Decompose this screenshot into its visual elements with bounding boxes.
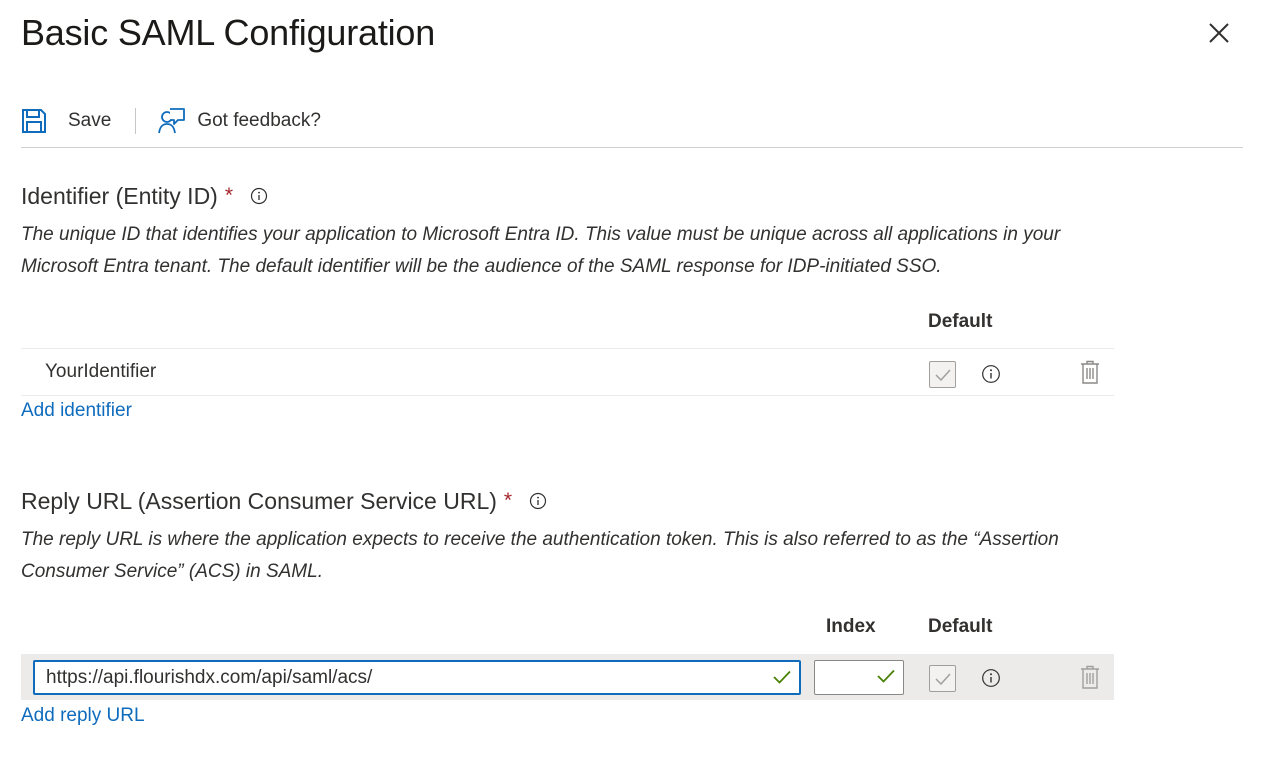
checkmark-icon — [934, 672, 951, 685]
feedback-label: Got feedback? — [197, 110, 321, 131]
identifier-default-checkbox[interactable] — [929, 361, 956, 388]
delete-icon[interactable] — [1080, 360, 1100, 384]
identifier-row: YourIdentifier — [21, 348, 1114, 396]
reply-url-section-title: Reply URL (Assertion Consumer Service UR… — [21, 486, 547, 516]
reply-url-description: The reply URL is where the application e… — [21, 529, 1059, 582]
info-icon[interactable] — [529, 492, 547, 510]
page-title: Basic SAML Configuration — [21, 12, 436, 53]
info-icon[interactable] — [981, 364, 1001, 384]
feedback-icon — [158, 108, 186, 134]
command-bar: Save Got feedback? — [21, 104, 321, 138]
identifier-section-title: Identifier (Entity ID) * — [21, 181, 268, 211]
reply-url-default-checkbox[interactable] — [929, 665, 956, 692]
add-reply-url-link[interactable]: Add reply URL — [21, 705, 145, 727]
index-input[interactable] — [814, 660, 904, 695]
info-icon[interactable] — [981, 668, 1001, 688]
reply-default-column-header: Default — [928, 616, 993, 637]
valid-check-icon — [773, 670, 791, 684]
reply-url-row: https://api.flourishdx.com/api/saml/acs/ — [21, 654, 1114, 700]
required-asterisk: * — [503, 489, 513, 512]
index-column-header: Index — [826, 616, 876, 637]
info-icon[interactable] — [250, 187, 268, 205]
close-icon — [1209, 23, 1229, 43]
toolbar-divider — [21, 147, 1243, 148]
delete-icon[interactable] — [1080, 665, 1100, 689]
save-button[interactable]: Save — [21, 108, 111, 134]
feedback-button[interactable]: Got feedback? — [158, 107, 321, 135]
save-icon — [22, 109, 46, 133]
identifier-title-text: Identifier (Entity ID) — [21, 183, 218, 209]
valid-check-icon — [877, 669, 895, 683]
toolbar-separator — [135, 108, 137, 134]
reply-url-input[interactable]: https://api.flourishdx.com/api/saml/acs/ — [33, 660, 801, 695]
identifier-default-column-header: Default — [928, 311, 993, 332]
reply-url-value: https://api.flourishdx.com/api/saml/acs/ — [46, 667, 373, 688]
identifier-value[interactable]: YourIdentifier — [45, 361, 156, 383]
add-identifier-link[interactable]: Add identifier — [21, 400, 132, 422]
required-asterisk: * — [224, 184, 234, 207]
checkmark-icon — [934, 368, 951, 381]
reply-url-title-text: Reply URL (Assertion Consumer Service UR… — [21, 488, 497, 514]
save-label: Save — [68, 110, 112, 131]
close-button[interactable] — [1204, 18, 1234, 48]
identifier-description: The unique ID that identifies your appli… — [21, 224, 1061, 277]
